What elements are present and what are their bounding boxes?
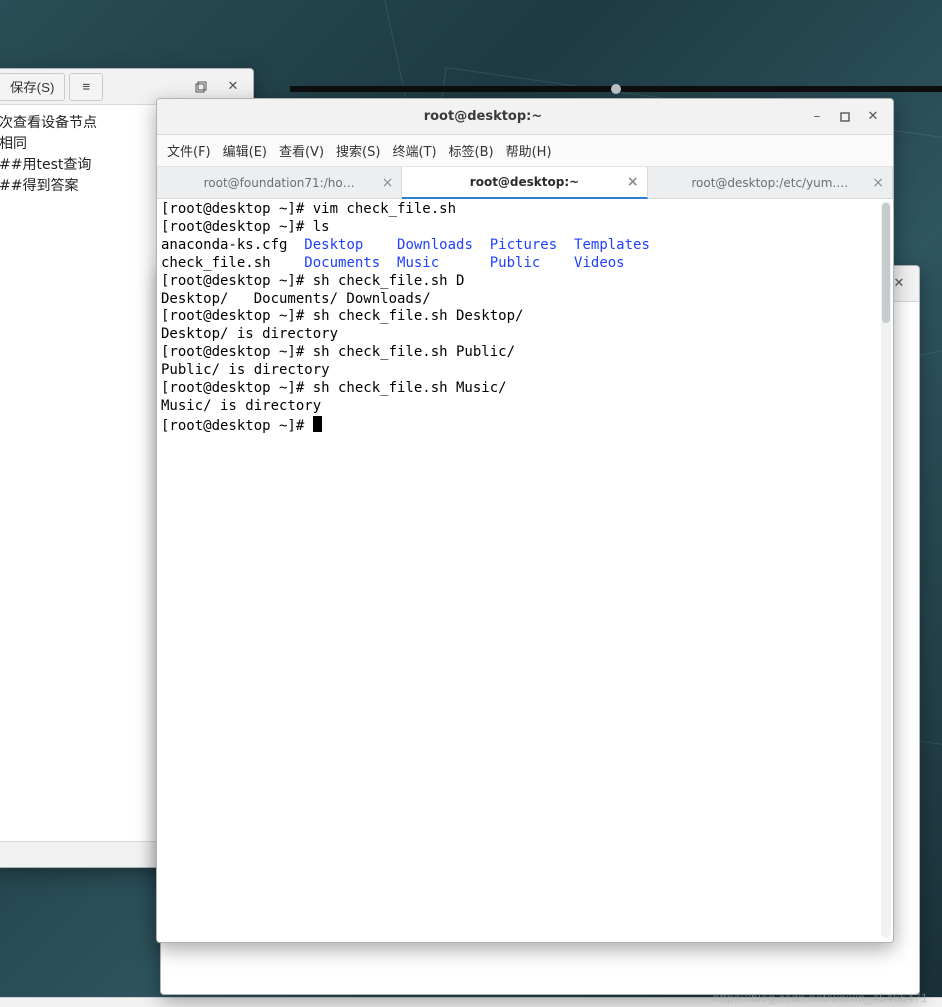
terminal-line: Desktop/ is directory: [161, 326, 889, 344]
minimize-icon[interactable]: –: [803, 104, 831, 130]
terminal-line: [root@desktop ~]# sh check_file.sh Deskt…: [161, 308, 889, 326]
tab-close-icon[interactable]: ×: [382, 175, 394, 191]
terminal-line: [root@desktop ~]# sh check_file.sh Music…: [161, 380, 889, 398]
menu-tabs[interactable]: 标签(B): [449, 141, 494, 160]
tab-label: root@foundation71:/ho…: [204, 176, 355, 190]
terminal-line: [root@desktop ~]# sh check_file.sh Publi…: [161, 344, 889, 362]
menu-search[interactable]: 搜索(S): [336, 141, 380, 160]
tab-label: root@desktop:~: [470, 175, 579, 189]
terminal-line: Desktop/ Documents/ Downloads/: [161, 291, 889, 309]
terminal-line: [root@desktop ~]# sh check_file.sh D: [161, 273, 889, 291]
terminal-tab[interactable]: root@desktop:/etc/yum.… ×: [648, 167, 893, 198]
menu-help[interactable]: 帮助(H): [506, 141, 552, 160]
top-panel: [290, 86, 942, 92]
tab-label: root@desktop:/etc/yum.…: [691, 176, 848, 190]
menu-view[interactable]: 查看(V): [279, 141, 324, 160]
save-button[interactable]: 保存(S): [0, 73, 65, 101]
menu-terminal[interactable]: 终端(T): [392, 141, 436, 160]
terminal-titlebar[interactable]: root@desktop:~ – ✕: [157, 99, 893, 135]
terminal-cursor: [313, 416, 322, 432]
hamburger-menu-button[interactable]: ≡: [69, 73, 103, 101]
terminal-line: [root@desktop ~]# ls: [161, 219, 889, 237]
close-icon[interactable]: ✕: [859, 104, 887, 130]
terminal-line: check_file.sh Documents Music Public Vid…: [161, 255, 889, 273]
terminal-output[interactable]: [root@desktop ~]# vim check_file.sh[root…: [157, 199, 893, 942]
terminal-line: [root@desktop ~]# vim check_file.sh: [161, 201, 889, 219]
terminal-tab[interactable]: root@desktop:~ ×: [402, 167, 647, 199]
hamburger-icon: ≡: [83, 79, 91, 94]
close-icon[interactable]: ✕: [219, 74, 247, 100]
terminal-line: anaconda-ks.cfg Desktop Downloads Pictur…: [161, 237, 889, 255]
watermark-text: https://blog.csdn.net/weixin_45466471: [713, 991, 928, 1005]
terminal-line: Public/ is directory: [161, 362, 889, 380]
terminal-tab[interactable]: root@foundation71:/ho… ×: [157, 167, 402, 198]
menu-edit[interactable]: 编辑(E): [223, 141, 267, 160]
tab-close-icon[interactable]: ×: [872, 175, 884, 191]
terminal-line: Music/ is directory: [161, 398, 889, 416]
terminal-line: [root@desktop ~]#: [161, 416, 889, 436]
scrollbar[interactable]: [881, 201, 891, 938]
tab-close-icon[interactable]: ×: [627, 174, 639, 190]
terminal-tabbar[interactable]: root@foundation71:/ho…×root@desktop:~×ro…: [157, 167, 893, 199]
window-title: root@desktop:~: [424, 109, 543, 124]
menu-file[interactable]: 文件(F): [167, 141, 211, 160]
terminal-menubar[interactable]: 文件(F) 编辑(E) 查看(V) 搜索(S) 终端(T) 标签(B) 帮助(H…: [157, 135, 893, 167]
maximize-icon[interactable]: [831, 104, 859, 130]
terminal-window: root@desktop:~ – ✕ 文件(F) 编辑(E) 查看(V) 搜索(…: [156, 98, 894, 943]
restore-icon[interactable]: [187, 74, 215, 100]
